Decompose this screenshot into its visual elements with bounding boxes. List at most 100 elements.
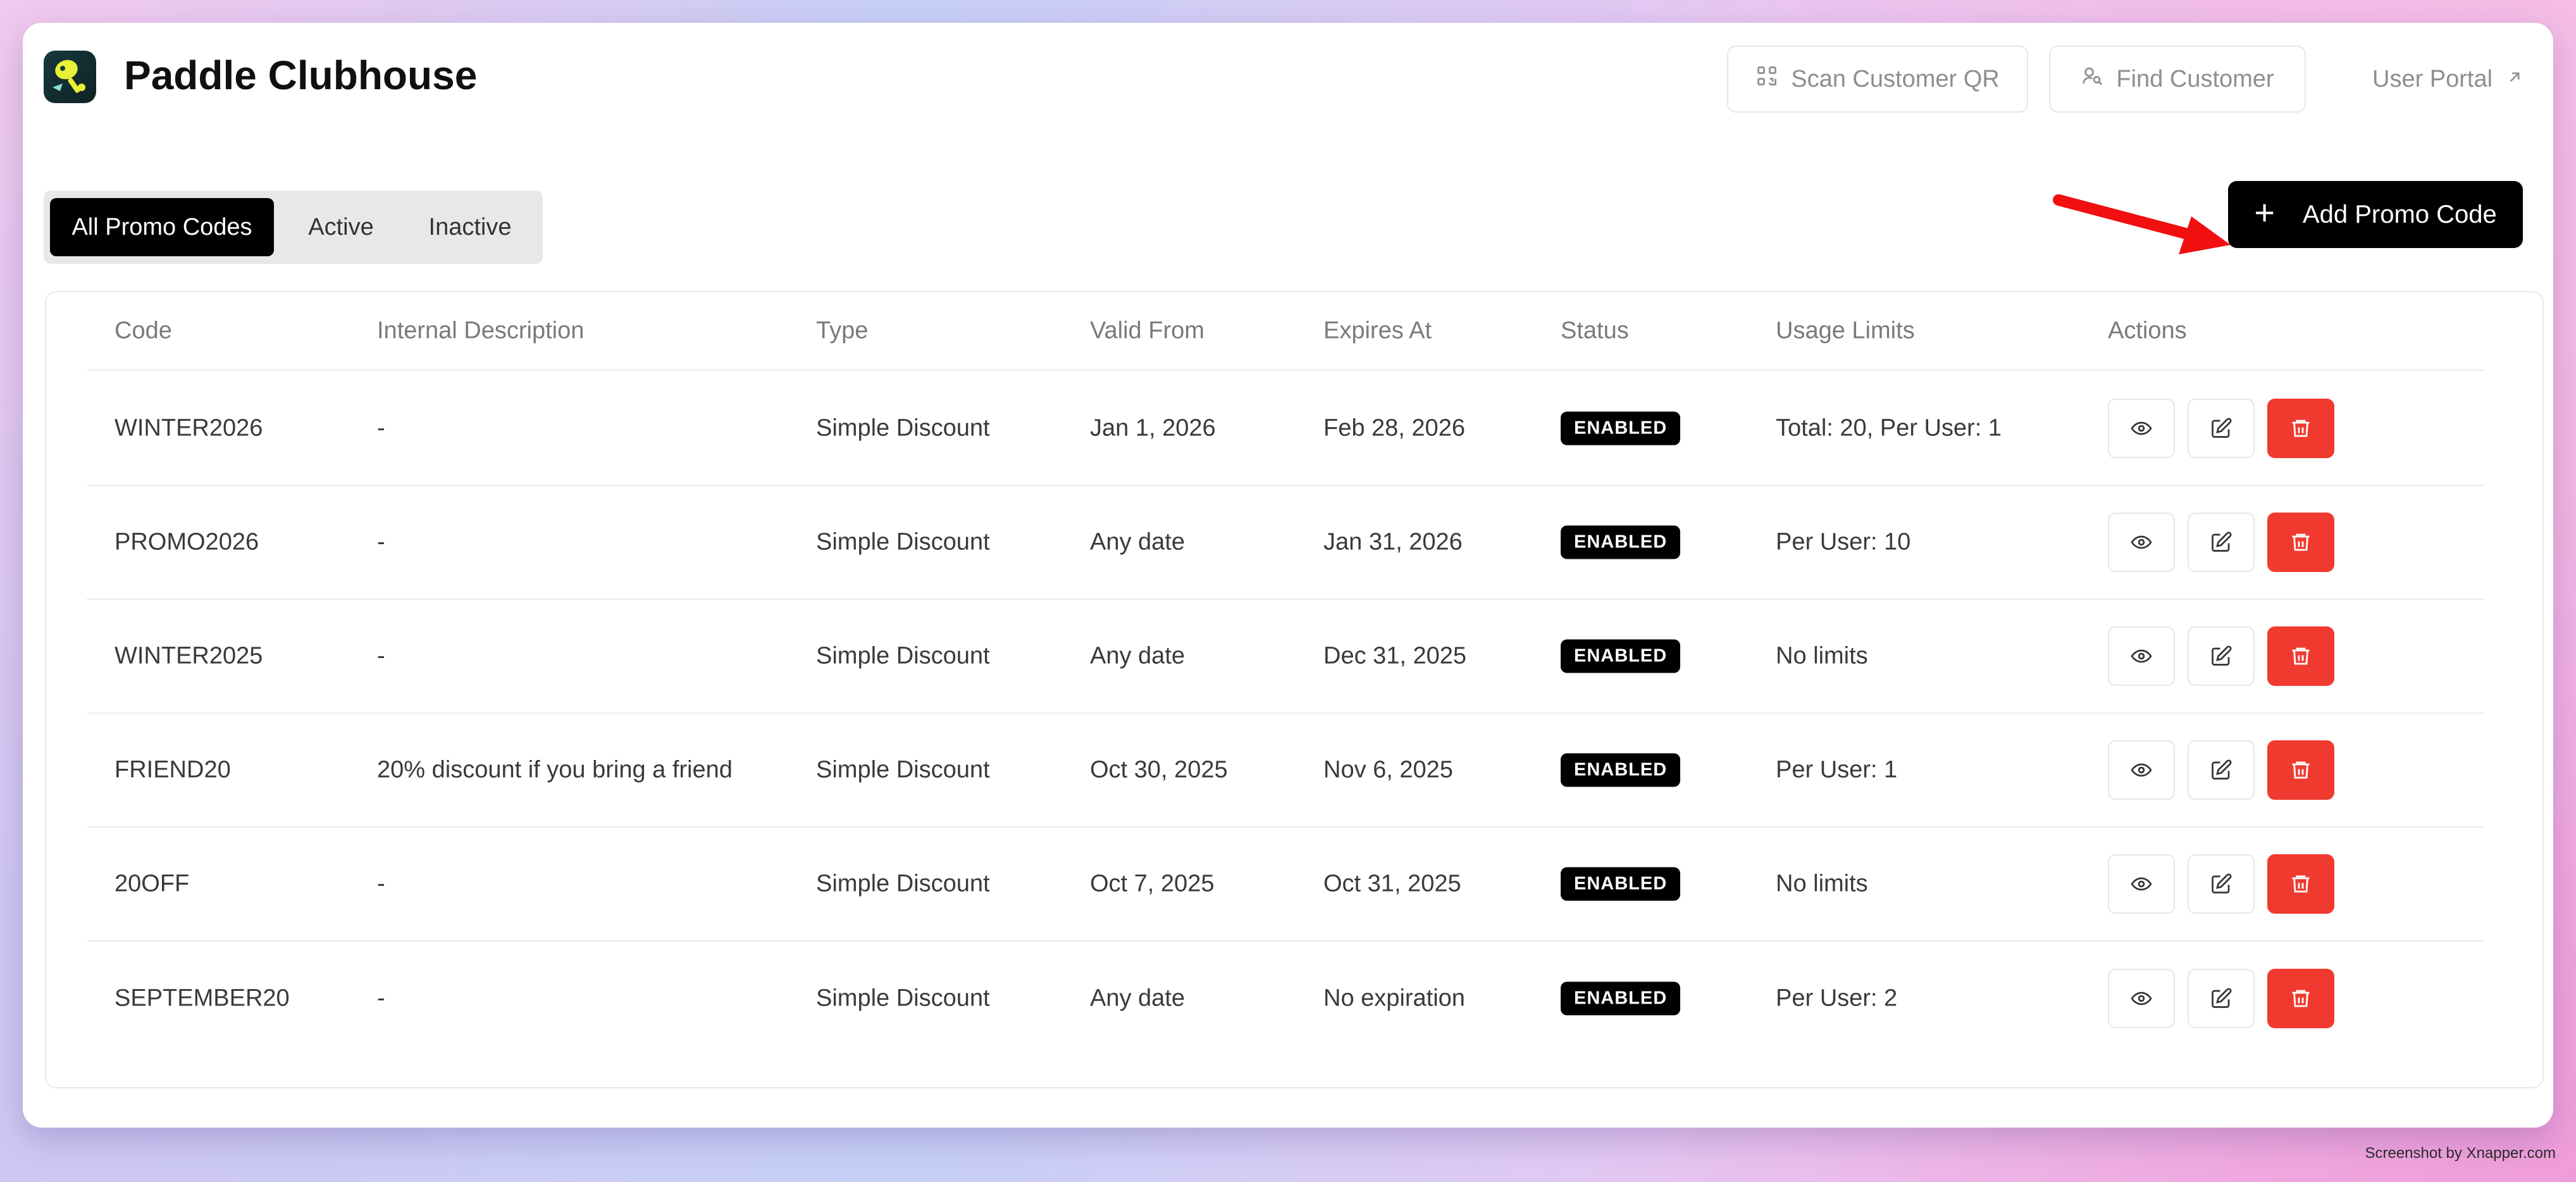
promo-usage-limits: No limits [1776,870,1868,897]
delete-button[interactable] [2267,399,2334,458]
user-portal-label: User Portal [2372,65,2493,92]
column-header-actions: Actions [2108,317,2187,344]
table-row[interactable]: WINTER2026 - Simple Discount Jan 1, 2026… [87,372,2484,486]
promo-description: - [377,528,385,556]
column-header-type[interactable]: Type [816,318,868,345]
promo-type: Simple Discount [816,642,990,669]
find-customer-label: Find Customer [2116,65,2274,92]
promo-expires-at: No expiration [1323,985,1465,1012]
edit-icon [2212,873,2232,893]
status-cell: ENABLED [1561,525,1681,559]
status-badge: ENABLED [1561,981,1681,1016]
plus-icon: + [2254,192,2275,232]
add-promo-code-label: Add Promo Code [2302,200,2497,228]
promo-expires-at: Nov 6, 2025 [1323,756,1453,783]
view-button[interactable] [2108,969,2175,1028]
trash-icon [2292,761,2310,779]
scan-customer-qr-label: Scan Customer QR [1791,65,2000,92]
view-button[interactable] [2108,513,2175,572]
column-header-internal-description[interactable]: Internal Description [377,318,584,345]
column-header-expires-at[interactable]: Expires At [1323,318,1432,345]
edit-button[interactable] [2188,626,2255,686]
eye-icon [2131,649,2152,663]
view-button[interactable] [2108,626,2175,686]
edit-icon [2212,759,2232,780]
trash-icon [2292,875,2310,893]
promo-usage-limits: Per User: 2 [1776,985,1898,1012]
red-arrow-icon [2053,194,2231,254]
promo-expires-at: Oct 31, 2025 [1323,870,1461,897]
column-header-usage-limits[interactable]: Usage Limits [1776,318,1915,345]
promo-valid-from: Oct 30, 2025 [1090,756,1228,783]
view-button[interactable] [2108,399,2175,458]
eye-icon [2131,421,2152,435]
promo-filter-tabs: All Promo Codes Active Inactive [44,190,543,264]
table-row[interactable]: SEPTEMBER20 - Simple Discount Any date N… [87,942,2484,1055]
paddle-logo-icon[interactable] [44,51,96,103]
table-row[interactable]: PROMO2026 - Simple Discount Any date Jan… [87,486,2484,600]
promo-usage-limits: Per User: 1 [1776,756,1898,783]
delete-button[interactable] [2267,513,2334,572]
delete-button[interactable] [2267,969,2334,1028]
promo-expires-at: Feb 28, 2026 [1323,414,1465,442]
delete-button[interactable] [2267,740,2334,800]
status-cell: ENABLED [1561,411,1681,445]
row-actions [2108,626,2334,686]
edit-button[interactable] [2188,740,2255,800]
promo-valid-from: Any date [1090,528,1185,556]
column-header-code[interactable]: Code [115,318,172,345]
eye-icon [2131,877,2152,891]
status-badge: ENABLED [1561,867,1681,901]
promo-valid-from: Any date [1090,642,1185,669]
watermark-text: Screenshot by Xnapper.com [2365,1145,2556,1162]
edit-button[interactable] [2188,399,2255,458]
status-badge: ENABLED [1561,525,1681,559]
promo-code: WINTER2025 [115,642,263,669]
scan-customer-qr-button[interactable]: Scan Customer QR [1727,46,2028,113]
edit-icon [2212,418,2232,438]
tab-all-promo-codes[interactable]: All Promo Codes [50,198,274,256]
table-header: Code Internal Description Type Valid Fro… [87,292,2484,371]
promo-valid-from: Oct 7, 2025 [1090,870,1215,897]
trash-icon [2292,990,2310,1007]
tab-active[interactable]: Active [274,198,408,256]
delete-button[interactable] [2267,626,2334,686]
promo-code: PROMO2026 [115,528,259,556]
promo-code: SEPTEMBER20 [115,985,290,1012]
app-window: Paddle Clubhouse Scan Customer QR Find C… [23,23,2553,1128]
edit-button[interactable] [2188,969,2255,1028]
promo-usage-limits: Per User: 10 [1776,528,1911,556]
column-header-valid-from[interactable]: Valid From [1090,318,1204,345]
status-cell: ENABLED [1561,867,1681,901]
edit-button[interactable] [2188,513,2255,572]
arrow-up-right-icon [2505,66,2524,93]
table-row[interactable]: WINTER2025 - Simple Discount Any date De… [87,600,2484,714]
edit-button[interactable] [2188,854,2255,914]
column-header-status[interactable]: Status [1561,318,1629,345]
tab-inactive[interactable]: Inactive [408,198,532,256]
eye-icon [2131,535,2152,549]
delete-button[interactable] [2267,854,2334,914]
add-promo-code-button[interactable]: + Add Promo Code [2228,181,2523,248]
status-cell: ENABLED [1561,981,1681,1016]
promo-type: Simple Discount [816,985,990,1012]
promo-code: 20OFF [115,870,190,897]
table-row[interactable]: 20OFF - Simple Discount Oct 7, 2025 Oct … [87,828,2484,942]
trash-icon [2292,533,2310,551]
view-button[interactable] [2108,854,2175,914]
row-actions [2108,740,2334,800]
row-actions [2108,399,2334,458]
table-row[interactable]: FRIEND20 20% discount if you bring a fri… [87,714,2484,828]
promo-valid-from: Any date [1090,985,1185,1012]
user-search-icon [2081,65,2103,94]
status-cell: ENABLED [1561,753,1681,787]
promo-code: FRIEND20 [115,756,231,783]
user-portal-link[interactable]: User Portal [2332,46,2541,113]
promo-description: 20% discount if you bring a friend [377,756,733,783]
status-badge: ENABLED [1561,753,1681,787]
view-button[interactable] [2108,740,2175,800]
trash-icon [2292,420,2310,437]
promo-expires-at: Jan 31, 2026 [1323,528,1463,556]
find-customer-button[interactable]: Find Customer [2049,46,2306,113]
promo-description: - [377,985,385,1012]
